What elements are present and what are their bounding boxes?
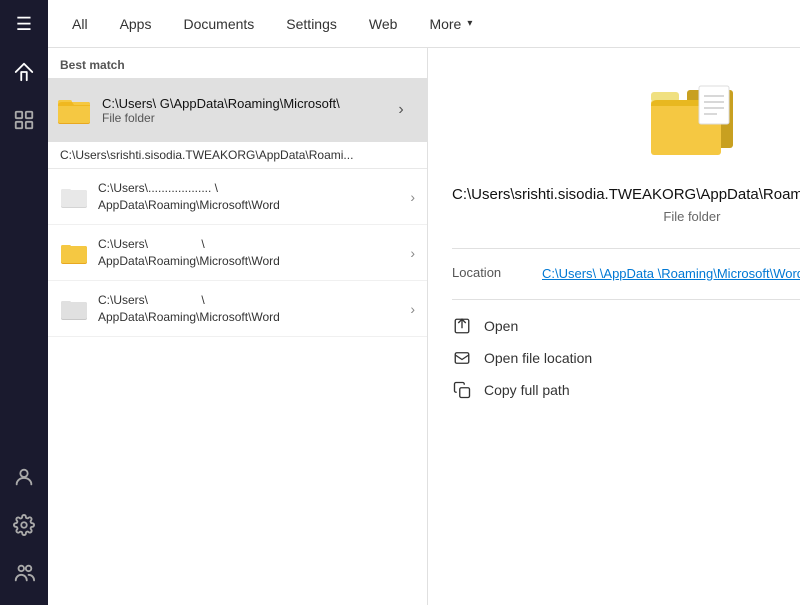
best-match-item[interactable]: C:\Users\ G\AppData\Roaming\Microsoft\ F… bbox=[48, 78, 427, 142]
sub-item-1[interactable]: C:\Users\................... \ AppData\R… bbox=[48, 169, 427, 225]
tab-more[interactable]: More ▾ bbox=[413, 0, 488, 48]
tab-all[interactable]: All bbox=[56, 0, 104, 48]
left-panel: Best match C:\Users\ G\AppData\Roaming\M… bbox=[48, 48, 428, 605]
folder-icon-small-2 bbox=[60, 239, 88, 267]
open-location-label: Open file location bbox=[484, 350, 592, 366]
tab-documents[interactable]: Documents bbox=[167, 0, 270, 48]
copy-path-icon bbox=[452, 380, 472, 400]
action-open-location[interactable]: Open file location bbox=[452, 348, 800, 368]
path-label: C:\Users\srishti.sisodia.TWEAKORG\AppDat… bbox=[48, 142, 427, 169]
sub-item-text-3: C:\Users\ \AppData\Roaming\Microsoft\Wor… bbox=[98, 292, 410, 326]
folder-icon-small-1 bbox=[60, 183, 88, 211]
location-value[interactable]: C:\Users\ \AppData \Roaming\Microsoft\Wo… bbox=[542, 265, 800, 283]
sub-item-arrow-2[interactable]: › bbox=[410, 245, 415, 261]
open-location-icon bbox=[452, 348, 472, 368]
sidebar-item-search[interactable] bbox=[0, 96, 48, 144]
open-label: Open bbox=[484, 318, 518, 334]
best-match-text: C:\Users\ G\AppData\Roaming\Microsoft\ F… bbox=[102, 96, 383, 125]
sub-item-arrow-1[interactable]: › bbox=[410, 189, 415, 205]
main: All Apps Documents Settings Web More ▾ F… bbox=[48, 0, 800, 605]
topbar: All Apps Documents Settings Web More ▾ F… bbox=[48, 0, 800, 48]
open-icon bbox=[452, 316, 472, 336]
best-match-title: C:\Users\ G\AppData\Roaming\Microsoft\ bbox=[102, 96, 383, 111]
tab-settings[interactable]: Settings bbox=[270, 0, 353, 48]
action-open[interactable]: Open bbox=[452, 316, 800, 336]
sub-item-text-2: C:\Users\ \AppData\Roaming\Microsoft\Wor… bbox=[98, 236, 410, 270]
tab-apps[interactable]: Apps bbox=[104, 0, 168, 48]
preview-title: C:\Users\srishti.sisodia.TWEAKORG\AppDat… bbox=[452, 184, 800, 205]
sub-item-text-1: C:\Users\................... \ AppData\R… bbox=[98, 180, 410, 214]
hamburger-icon[interactable]: ☰ bbox=[16, 14, 32, 35]
copy-path-label: Copy full path bbox=[484, 382, 570, 398]
folder-icon-small-3 bbox=[60, 295, 88, 323]
sidebar-item-home[interactable] bbox=[0, 48, 48, 96]
divider-bottom bbox=[452, 299, 800, 300]
sidebar-item-people[interactable] bbox=[0, 549, 48, 597]
sub-item-3[interactable]: C:\Users\ \AppData\Roaming\Microsoft\Wor… bbox=[48, 281, 427, 337]
sub-item-2[interactable]: C:\Users\ \AppData\Roaming\Microsoft\Wor… bbox=[48, 225, 427, 281]
divider-top bbox=[452, 248, 800, 249]
best-match-arrow[interactable]: › bbox=[383, 88, 419, 132]
sub-item-arrow-3[interactable]: › bbox=[410, 301, 415, 317]
best-match-label: Best match bbox=[48, 48, 427, 78]
sidebar-item-settings[interactable] bbox=[0, 501, 48, 549]
info-row-location: Location C:\Users\ \AppData \Roaming\Mic… bbox=[452, 265, 800, 283]
action-list: Open Open file location bbox=[452, 316, 800, 400]
nav-tabs: All Apps Documents Settings Web More ▾ bbox=[56, 0, 800, 48]
best-match-subtitle: File folder bbox=[102, 111, 383, 125]
location-label: Location bbox=[452, 265, 542, 280]
sidebar-item-user[interactable] bbox=[0, 453, 48, 501]
folder-icon-large bbox=[56, 92, 92, 128]
sidebar: ☰ bbox=[0, 0, 48, 605]
preview-folder-icon bbox=[647, 78, 737, 168]
chevron-down-icon: ▾ bbox=[467, 18, 472, 29]
preview-subtitle: File folder bbox=[663, 209, 720, 224]
right-panel: C:\Users\srishti.sisodia.TWEAKORG\AppDat… bbox=[428, 48, 800, 605]
action-copy-path[interactable]: Copy full path bbox=[452, 380, 800, 400]
tab-web[interactable]: Web bbox=[353, 0, 414, 48]
sidebar-top[interactable]: ☰ bbox=[0, 0, 48, 48]
content: Best match C:\Users\ G\AppData\Roaming\M… bbox=[48, 48, 800, 605]
